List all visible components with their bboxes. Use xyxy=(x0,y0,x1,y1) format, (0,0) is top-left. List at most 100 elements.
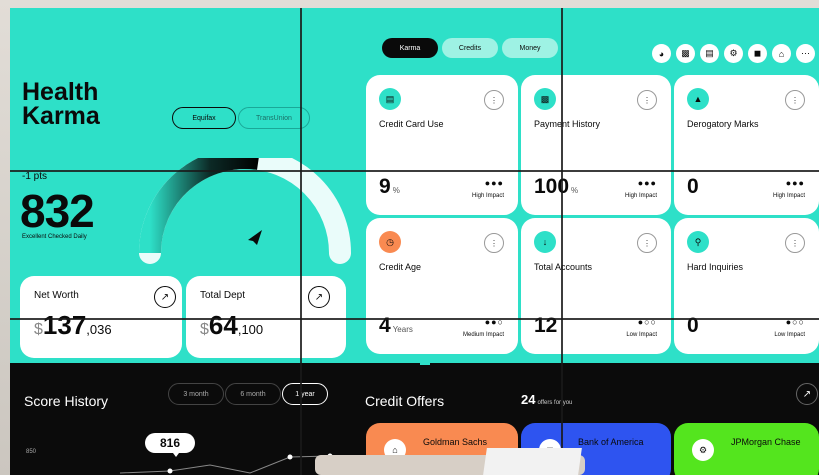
factor-name: Payment History xyxy=(534,119,601,129)
panel-drag-handle[interactable] xyxy=(420,363,430,365)
card-icon: ▩ xyxy=(534,88,556,110)
factor-card-derogatory-marks[interactable]: ▲ ⋮ Derogatory Marks 0 ●●● High Impact xyxy=(674,75,819,215)
range-6-month[interactable]: 6 month xyxy=(225,383,281,405)
impact-dots: ●●● xyxy=(484,178,504,188)
offer-card-jpmorgan-chase[interactable]: ⚙ JPMorgan Chase xyxy=(674,423,819,475)
history-y-tick: 850 xyxy=(26,449,37,455)
factor-unit: % xyxy=(571,186,579,195)
impact-label: Low Impact xyxy=(774,332,805,338)
download-icon: ↓ xyxy=(534,231,556,253)
tab-money[interactable]: Money xyxy=(502,38,558,58)
settings-badge-icon: ⚙ xyxy=(692,439,714,461)
credit-offers-title: Credit Offers xyxy=(365,393,445,409)
score-history-title: Score History xyxy=(24,393,109,409)
factor-unit: Years xyxy=(392,325,413,334)
offer-name: JPMorgan Chase xyxy=(731,437,801,447)
bureau-option-equifax[interactable]: Equifax xyxy=(172,107,236,129)
impact-label: High Impact xyxy=(624,193,657,199)
display-seam xyxy=(300,8,302,475)
offers-count-label: offers for you xyxy=(537,400,573,406)
more-options-icon[interactable]: ⋮ xyxy=(785,90,805,110)
factor-value: 100% xyxy=(534,175,578,199)
offer-name: Bank of America xyxy=(578,437,644,447)
factor-name: Hard Inquiries xyxy=(687,262,744,272)
factor-card-payment-history[interactable]: ▩ ⋮ Payment History 100% ●●● High Impact xyxy=(521,75,671,215)
app-title: Health Karma xyxy=(22,78,100,130)
factor-card-total-accounts[interactable]: ↓ ⋮ Total Accounts 12 ●○○ Low Impact xyxy=(521,218,671,354)
range-3-month[interactable]: 3 month xyxy=(168,383,224,405)
factor-name: Derogatory Marks xyxy=(687,119,759,129)
offers-count-number: 24 xyxy=(521,392,536,407)
more-options-icon[interactable]: ⋮ xyxy=(785,233,805,253)
gauge-fill xyxy=(139,158,259,254)
stat-currency: $ xyxy=(200,321,209,338)
impact-label: Low Impact xyxy=(626,332,657,338)
home-icon[interactable]: ⌂ xyxy=(772,44,791,63)
history-current-score: 816 xyxy=(145,433,195,453)
score-status: Excellent Checked Daily xyxy=(22,234,87,240)
score-history-line xyxy=(119,453,333,474)
factor-card-credit-age[interactable]: ◷ ⋮ Credit Age 4 Years ●●○ Medium Impact xyxy=(366,218,518,354)
factor-name: Total Accounts xyxy=(534,262,593,272)
arrow-up-right-icon[interactable]: ↗ xyxy=(308,286,330,308)
score-gauge xyxy=(139,158,351,264)
more-options-icon[interactable]: ⋮ xyxy=(637,233,657,253)
arrow-up-right-icon[interactable]: ↗ xyxy=(796,383,818,405)
app-title-line2: Karma xyxy=(22,102,100,130)
clock-icon: ◷ xyxy=(379,231,401,253)
wallet-icon: ▤ xyxy=(379,88,401,110)
factor-number: 100 xyxy=(534,175,570,198)
factor-card-hard-inquiries[interactable]: ⚲ ⋮ Hard Inquiries 0 ●○○ Low Impact xyxy=(674,218,819,354)
wallet-icon[interactable]: ▤ xyxy=(700,44,719,63)
factor-number: 9 xyxy=(379,175,391,198)
more-options-icon[interactable]: ⋮ xyxy=(484,233,504,253)
speedometer-icon[interactable]: ◕ xyxy=(652,44,671,63)
tab-credits[interactable]: Credits xyxy=(442,38,498,58)
stat-label: Total Dept xyxy=(200,290,246,301)
dashboard-screen: Health Karma Equifax TransUnion -1 pts 8… xyxy=(10,8,819,475)
card-icon[interactable]: ▩ xyxy=(676,44,695,63)
search-icon: ⚲ xyxy=(687,231,709,253)
credit-score-value: 832 xyxy=(20,185,95,237)
stat-card-net-worth[interactable]: Net Worth ↗ $137,036 xyxy=(20,276,182,358)
impact-label: High Impact xyxy=(772,193,805,199)
stat-label: Net Worth xyxy=(34,290,79,301)
more-options-icon[interactable]: ⋮ xyxy=(637,90,657,110)
factor-number: 0 xyxy=(687,175,699,198)
display-seam xyxy=(561,8,563,475)
score-delta: -1 pts xyxy=(22,171,48,182)
tab-karma[interactable]: Karma xyxy=(382,38,438,58)
more-options-icon[interactable]: ⋮ xyxy=(484,90,504,110)
factor-name: Credit Card Use xyxy=(379,119,444,129)
offers-count: 24 offers for you xyxy=(521,391,572,409)
arrow-up-right-icon[interactable]: ↗ xyxy=(154,286,176,308)
gauge-pointer-icon xyxy=(248,230,262,245)
offer-name: Goldman Sachs xyxy=(423,437,488,447)
more-icon[interactable]: ⋯ xyxy=(796,44,815,63)
factor-name: Credit Age xyxy=(379,262,422,272)
stat-minor: ,100 xyxy=(237,322,264,337)
display-seam xyxy=(10,170,819,172)
app-title-line1: Health xyxy=(22,78,99,106)
stat-card-total-dept[interactable]: Total Dept ↗ $64,100 xyxy=(186,276,346,358)
foreground-object xyxy=(483,448,582,475)
impact-label: Medium Impact xyxy=(462,332,504,338)
warning-icon: ▲ xyxy=(687,88,709,110)
stat-currency: $ xyxy=(34,321,43,338)
factor-value: 9% xyxy=(379,175,400,199)
factor-unit: % xyxy=(392,186,400,195)
settings-badge-icon[interactable]: ⚙ xyxy=(724,44,743,63)
stat-value: $137,036 xyxy=(34,310,112,341)
range-1-year[interactable]: 1 year xyxy=(282,383,328,405)
car-icon[interactable]: ◼ xyxy=(748,44,767,63)
impact-label: High Impact xyxy=(471,193,504,199)
impact-dots: ●●● xyxy=(785,178,805,188)
stat-major: 64 xyxy=(208,310,238,340)
stat-minor: ,036 xyxy=(86,322,112,337)
stat-value: $64,100 xyxy=(200,310,263,341)
factor-value: 0 xyxy=(687,175,701,199)
display-seam xyxy=(10,318,819,320)
factor-card-credit-card-use[interactable]: ▤ ⋮ Credit Card Use 9% ●●● High Impact xyxy=(366,75,518,215)
stat-major: 137 xyxy=(42,310,87,340)
impact-dots: ●●● xyxy=(637,178,657,188)
